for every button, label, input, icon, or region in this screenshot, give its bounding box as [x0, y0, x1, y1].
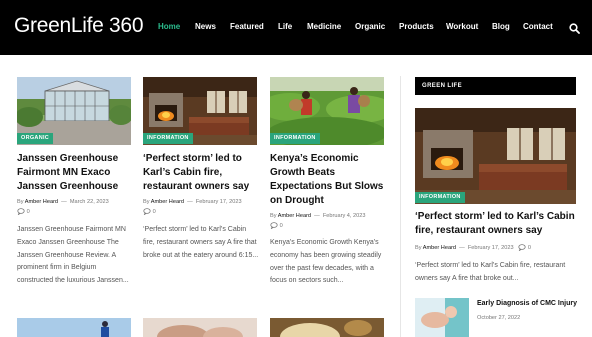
- comment-icon: [17, 208, 27, 215]
- post-title[interactable]: ‘Perfect storm’ led to Karl’s Cabin fire…: [143, 152, 257, 194]
- category-badge[interactable]: ORGANIC: [17, 133, 54, 144]
- comments-link[interactable]: 0: [143, 208, 156, 215]
- comment-icon[interactable]: [515, 244, 526, 251]
- sidebar-post-title[interactable]: Early Diagnosis of CMC Injury: [477, 299, 587, 309]
- comment-icon: [270, 222, 280, 229]
- site-logo[interactable]: GreenLife 360: [14, 14, 144, 38]
- comment-count: 0: [527, 244, 531, 251]
- hands-image[interactable]: [143, 318, 257, 337]
- sidebar-divider: [400, 76, 401, 337]
- post-date: February 4, 2023: [322, 213, 366, 219]
- comment-count: 0: [279, 222, 283, 229]
- post-meta: By Amber Heard — February 17, 2023 0: [415, 244, 531, 251]
- by-label: By: [415, 244, 422, 251]
- post-meta: By Amber Heard — February 4, 2023: [270, 213, 365, 219]
- nav-workout[interactable]: Workout: [446, 22, 478, 31]
- post-date: February 17, 2023: [195, 199, 242, 205]
- post-meta: By Amber Heard — March 22, 2023: [17, 199, 109, 205]
- post-author[interactable]: Amber Heard: [423, 245, 456, 251]
- sidebar-post-date: October 27, 2022: [477, 315, 521, 321]
- nav-organic[interactable]: Organic: [355, 22, 385, 31]
- post-title[interactable]: Kenya’s Economic Growth Beats Expectatio…: [270, 152, 388, 208]
- comment-count: 0: [26, 208, 30, 215]
- post-author[interactable]: Amber Heard: [278, 213, 311, 219]
- post-date: February 17, 2023: [467, 244, 514, 251]
- search-icon[interactable]: [569, 23, 580, 34]
- site-header: GreenLife 360 Home News Featured Life Me…: [0, 0, 592, 55]
- post-date: March 22, 2023: [69, 199, 109, 205]
- nav-news[interactable]: News: [195, 22, 216, 31]
- runner-image[interactable]: [17, 318, 131, 337]
- by-label: By: [270, 213, 277, 219]
- comment-icon: [143, 208, 153, 215]
- post-author[interactable]: Amber Heard: [151, 199, 184, 205]
- sidebar-featured-image[interactable]: [415, 108, 576, 204]
- nav-medicine[interactable]: Medicine: [307, 22, 341, 31]
- nav-products[interactable]: Products: [399, 22, 434, 31]
- nav-featured[interactable]: Featured: [230, 22, 264, 31]
- comment-count: 0: [152, 208, 156, 215]
- category-badge[interactable]: INFORMATION: [415, 192, 465, 203]
- cmc-injury-image[interactable]: [415, 298, 469, 337]
- meta-separator: —: [185, 199, 195, 205]
- category-badge[interactable]: INFORMATION: [270, 133, 320, 144]
- nav-home[interactable]: Home: [158, 22, 180, 31]
- post-excerpt: Kenya’s Economic Growth Kenya’s economy …: [270, 239, 382, 285]
- category-badge[interactable]: INFORMATION: [143, 133, 193, 144]
- post-author[interactable]: Amber Heard: [25, 199, 58, 205]
- food-image[interactable]: [270, 318, 384, 337]
- meta-separator: —: [312, 213, 322, 219]
- comments-link[interactable]: 0: [270, 222, 283, 229]
- post-title[interactable]: Janssen Greenhouse Fairmont MN Exaco Jan…: [17, 152, 131, 194]
- comments-link[interactable]: 0: [17, 208, 30, 215]
- nav-blog[interactable]: Blog: [492, 22, 510, 31]
- by-label: By: [17, 199, 24, 205]
- post-meta: By Amber Heard — February 17, 2023: [143, 199, 242, 205]
- by-label: By: [143, 199, 150, 205]
- sidebar-featured-excerpt: ‘Perfect storm’ led to Karl’s Cabin fire…: [415, 262, 566, 282]
- meta-separator: —: [59, 199, 69, 205]
- sidebar-featured-title[interactable]: ‘Perfect storm’ led to Karl’s Cabin fire…: [415, 210, 580, 238]
- nav-life[interactable]: Life: [278, 22, 292, 31]
- post-excerpt: ‘Perfect storm’ led to Karl’s Cabin fire…: [143, 226, 259, 259]
- post-excerpt: Janssen Greenhouse Fairmont MN Exaco Jan…: [17, 226, 129, 285]
- widget-title: GREEN LIFE: [415, 77, 576, 95]
- meta-separator: —: [457, 244, 467, 251]
- nav-contact[interactable]: Contact: [523, 22, 553, 31]
